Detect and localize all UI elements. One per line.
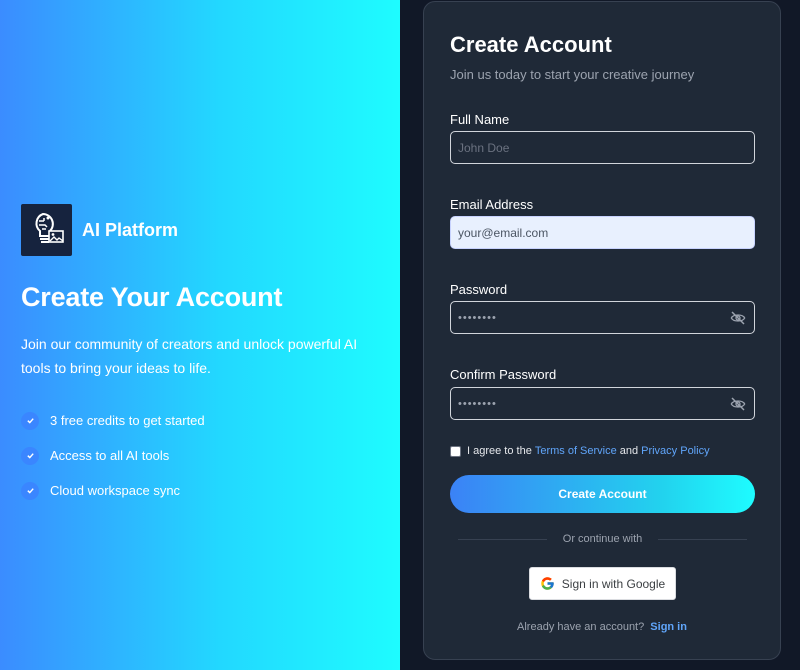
full-name-label: Full Name [450,112,510,127]
create-account-button[interactable]: Create Account [450,475,755,513]
email-label: Email Address [450,197,534,212]
check-icon [21,411,39,430]
password-field[interactable]: •••••••• [450,301,755,334]
password-label: Password [450,282,508,297]
eye-off-icon[interactable] [729,395,747,413]
signin-prompt-text: Already have an account? [517,621,645,633]
brain-lightbulb-image-icon [21,204,72,256]
signin-link[interactable]: Sign in [650,621,687,633]
hero-title: Create Your Account [21,282,283,312]
confirm-password-field[interactable]: •••••••• [450,387,755,420]
hero-panel: AI Platform Create Your Account Join our… [0,0,400,670]
feature-item: 3 free credits to get started [21,403,205,438]
brand: AI Platform [21,204,178,256]
check-icon [21,446,39,465]
terms-and: and [619,445,639,457]
divider: Or continue with [450,533,755,545]
divider-line [458,538,547,540]
confirm-password-label: Confirm Password [450,367,557,382]
terms-checkbox[interactable] [450,445,461,457]
feature-label: Access to all AI tools [50,448,170,463]
full-name-input[interactable] [458,140,747,155]
divider-line [658,538,748,540]
check-icon [21,481,39,500]
feature-item: Access to all AI tools [21,438,205,473]
hero-description: Join our community of creators and unloc… [21,336,358,376]
google-signin-label: Sign in with Google [561,576,666,591]
feature-list: 3 free credits to get started Access to … [21,403,205,508]
signin-prompt: Already have an account? Sign in [424,621,780,633]
privacy-link[interactable]: Privacy Policy [641,445,709,457]
feature-label: 3 free credits to get started [50,413,205,428]
form-title: Create Account [450,32,612,57]
email-input[interactable] [458,225,747,240]
form-subtitle: Join us today to start your creative jou… [450,67,695,82]
feature-item: Cloud workspace sync [21,473,205,508]
divider-text: Or continue with [562,533,643,545]
confirm-password-input[interactable]: •••••••• [458,398,729,410]
google-signin-button[interactable]: Sign in with Google [529,567,676,600]
full-name-field[interactable] [450,131,755,164]
eye-off-icon[interactable] [729,309,747,327]
email-field[interactable] [450,216,755,249]
terms-link[interactable]: Terms of Service [535,445,617,457]
terms-prefix: I agree to the [467,445,532,457]
password-input[interactable]: •••••••• [458,312,729,324]
brand-name: AI Platform [82,219,179,240]
terms-agreement: I agree to the Terms of Service and Priv… [450,445,713,457]
signup-card: Create Account Join us today to start yo… [423,1,781,660]
google-icon [541,577,554,590]
feature-label: Cloud workspace sync [50,483,181,498]
